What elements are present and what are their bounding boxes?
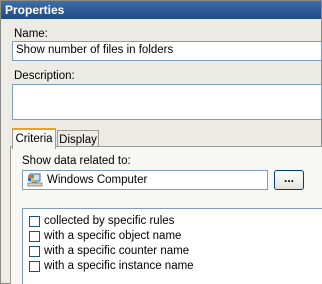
- description-field[interactable]: [12, 84, 322, 120]
- computer-icon: [27, 173, 43, 187]
- checkbox[interactable]: [29, 216, 40, 227]
- target-class-value: Windows Computer: [47, 174, 148, 186]
- checkbox[interactable]: [29, 231, 40, 242]
- browse-button[interactable]: ...: [274, 170, 304, 190]
- checkbox[interactable]: [29, 261, 40, 272]
- name-field-value: Show number of files in folders: [16, 44, 174, 56]
- window-title: Properties: [1, 1, 321, 19]
- checkbox[interactable]: [29, 246, 40, 257]
- conditions-list[interactable]: collected by specific rules with a speci…: [22, 208, 322, 284]
- name-field[interactable]: Show number of files in folders: [12, 41, 322, 61]
- condition-label: with a specific counter name: [44, 245, 190, 257]
- condition-label: collected by specific rules: [44, 215, 175, 227]
- description-label: Description:: [14, 70, 75, 82]
- show-data-label: Show data related to:: [22, 155, 131, 167]
- condition-label: with a specific object name: [44, 230, 182, 242]
- name-label: Name:: [14, 28, 48, 40]
- condition-label: with a specific instance name: [44, 260, 194, 272]
- tab-criteria[interactable]: Criteria: [12, 128, 56, 149]
- target-class-field[interactable]: Windows Computer: [22, 170, 268, 190]
